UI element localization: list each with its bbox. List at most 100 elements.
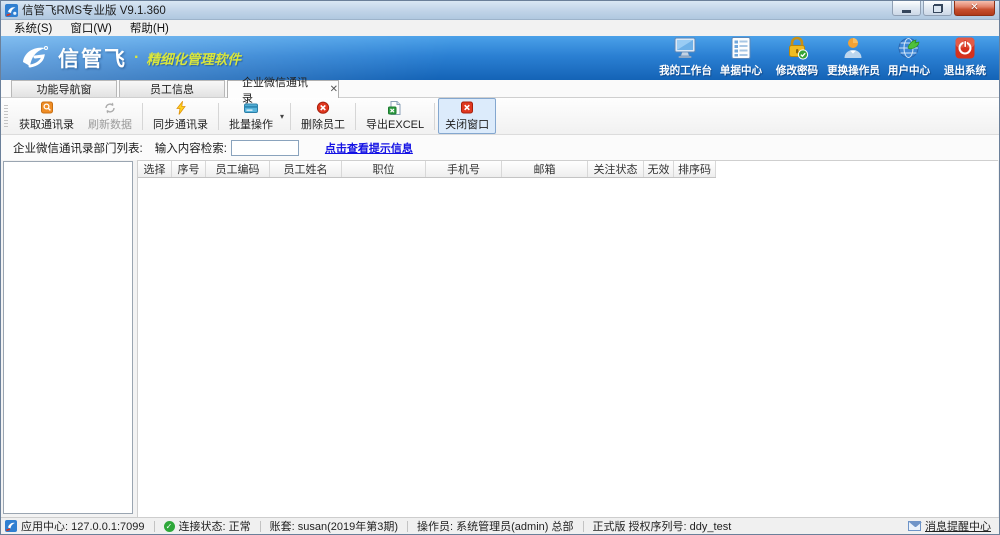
account-segment: 账套: susan(2019年第3期) xyxy=(270,518,398,534)
workbench-label: 我的工作台 xyxy=(659,62,712,77)
close-button[interactable]: ✕ xyxy=(954,1,995,16)
restore-icon xyxy=(933,4,943,13)
workbench-button[interactable]: 我的工作台 xyxy=(657,36,713,80)
app-center-text: 应用中心: 127.0.0.1:7099 xyxy=(21,518,145,534)
main-area: 选择 序号 员工编码 员工姓名 职位 手机号 邮箱 关注状态 无效 排序码 xyxy=(1,160,999,517)
filter-row: 企业微信通讯录部门列表: 输入内容检索: 点击查看提示信息 xyxy=(1,135,999,160)
restore-button[interactable] xyxy=(923,1,952,16)
status-separator xyxy=(407,521,408,532)
toolbar-separator xyxy=(434,103,435,130)
change-password-button[interactable]: 修改密码 xyxy=(769,36,825,80)
status-separator xyxy=(154,521,155,532)
account-text: 账套: susan(2019年第3期) xyxy=(270,518,398,534)
menu-bar: 系统(S) 窗口(W) 帮助(H) xyxy=(1,20,999,36)
operator-text: 操作员: 系统管理员(admin) 总部 xyxy=(417,518,573,534)
app-logo-icon xyxy=(5,4,18,17)
window-controls: ✕ xyxy=(890,1,999,16)
department-tree-panel[interactable] xyxy=(3,161,133,514)
status-bar: 应用中心: 127.0.0.1:7099 ✓ 连接状态: 正常 账套: susa… xyxy=(1,517,999,534)
app-center-segment[interactable]: 应用中心: 127.0.0.1:7099 xyxy=(5,518,145,534)
switch-operator-button[interactable]: 更换操作员 xyxy=(825,36,881,80)
document-center-button[interactable]: 单据中心 xyxy=(713,36,769,80)
exit-system-label: 退出系统 xyxy=(944,62,986,77)
batch-operation-label: 批量操作 xyxy=(229,116,273,132)
get-contacts-icon xyxy=(39,101,55,115)
refresh-icon xyxy=(102,101,118,115)
toolbar-separator xyxy=(290,103,291,130)
sync-contacts-button[interactable]: 同步通讯录 xyxy=(146,98,215,134)
title-bar: 信管飞RMS专业版 V9.1.360 ✕ xyxy=(1,1,999,20)
brand-banner: 信管飞 · 精细化管理软件 我的工作台 xyxy=(1,36,999,80)
tip-link[interactable]: 点击查看提示信息 xyxy=(325,140,413,156)
brand: 信管飞 · 精细化管理软件 xyxy=(15,43,241,73)
export-excel-icon xyxy=(387,101,403,115)
brand-tagline: 精细化管理软件 xyxy=(146,48,241,68)
tab-employee-info[interactable]: 员工信息 xyxy=(119,80,225,97)
switch-operator-icon xyxy=(840,36,866,60)
minimize-icon xyxy=(902,10,911,13)
minimize-button[interactable] xyxy=(892,1,921,16)
toolbar: 获取通讯录 刷新数据 同步通讯录 xyxy=(1,98,999,135)
user-center-label: 用户中心 xyxy=(888,62,930,77)
toolbar-separator xyxy=(218,103,219,130)
toolbar-separator xyxy=(142,103,143,130)
exit-system-icon xyxy=(952,36,978,60)
tab-wechat-contacts-label: 企业微信通讯录 xyxy=(242,74,314,106)
close-window-button[interactable]: 关闭窗口 xyxy=(438,98,496,134)
column-header-invalid[interactable]: 无效 xyxy=(644,161,674,177)
app-center-logo-icon xyxy=(5,520,17,532)
toolbar-grip[interactable] xyxy=(4,105,8,127)
column-header-sort-code[interactable]: 排序码 xyxy=(674,161,716,177)
user-center-button[interactable]: 用户中心 xyxy=(881,36,937,80)
status-separator xyxy=(260,521,261,532)
delete-employee-label: 删除员工 xyxy=(301,116,345,132)
message-center-segment[interactable]: 消息提醒中心 xyxy=(908,518,991,534)
close-window-icon xyxy=(459,101,475,115)
delete-employee-icon xyxy=(315,101,331,115)
menu-window[interactable]: 窗口(W) xyxy=(61,19,121,37)
search-input[interactable] xyxy=(231,140,299,156)
banner-actions: 我的工作台 单据中心 xyxy=(657,36,993,80)
exit-system-button[interactable]: 退出系统 xyxy=(937,36,993,80)
tab-wechat-contacts[interactable]: 企业微信通讯录 ✕ xyxy=(227,80,339,98)
change-password-label: 修改密码 xyxy=(776,62,818,77)
contacts-table: 选择 序号 员工编码 员工姓名 职位 手机号 邮箱 关注状态 无效 排序码 xyxy=(137,160,998,517)
column-header-emp-name[interactable]: 员工姓名 xyxy=(270,161,342,177)
get-contacts-label: 获取通讯录 xyxy=(19,116,74,132)
message-center-link[interactable]: 消息提醒中心 xyxy=(925,518,991,534)
workbench-icon xyxy=(672,36,698,60)
switch-operator-label: 更换操作员 xyxy=(827,62,880,77)
tab-function-navigation[interactable]: 功能导航窗 xyxy=(11,80,117,97)
brand-name: 信管飞 xyxy=(58,43,127,73)
column-header-mobile[interactable]: 手机号 xyxy=(426,161,502,177)
column-header-email[interactable]: 邮箱 xyxy=(502,161,588,177)
menu-help[interactable]: 帮助(H) xyxy=(121,19,178,37)
license-segment: 正式版 授权序列号: ddy_test xyxy=(593,518,732,534)
envelope-icon xyxy=(908,521,921,531)
refresh-data-label: 刷新数据 xyxy=(88,116,132,132)
close-window-label: 关闭窗口 xyxy=(445,116,489,132)
tab-function-navigation-label: 功能导航窗 xyxy=(37,81,92,97)
column-header-follow-status[interactable]: 关注状态 xyxy=(588,161,644,177)
window-title: 信管飞RMS专业版 V9.1.360 xyxy=(22,2,166,18)
column-header-select[interactable]: 选择 xyxy=(138,161,172,177)
license-text: 正式版 授权序列号: ddy_test xyxy=(593,518,732,534)
batch-operation-dropdown-caret[interactable]: ▾ xyxy=(280,112,284,121)
column-header-emp-code[interactable]: 员工编码 xyxy=(206,161,270,177)
column-header-position[interactable]: 职位 xyxy=(342,161,426,177)
sync-contacts-label: 同步通讯录 xyxy=(153,116,208,132)
close-icon: ✕ xyxy=(970,3,978,13)
tab-close-icon[interactable]: ✕ xyxy=(330,85,338,95)
search-label: 输入内容检索: xyxy=(155,140,227,156)
document-center-icon xyxy=(728,36,754,60)
document-center-label: 单据中心 xyxy=(720,62,762,77)
connection-text: 连接状态: 正常 xyxy=(179,518,251,534)
menu-system[interactable]: 系统(S) xyxy=(5,19,61,37)
tab-bar: 功能导航窗 员工信息 企业微信通讯录 ✕ xyxy=(1,80,999,98)
export-excel-button[interactable]: 导出EXCEL xyxy=(359,98,431,134)
get-contacts-button[interactable]: 获取通讯录 xyxy=(12,98,81,134)
dept-list-label: 企业微信通讯录部门列表: xyxy=(13,140,143,156)
column-header-index[interactable]: 序号 xyxy=(172,161,206,177)
refresh-data-button[interactable]: 刷新数据 xyxy=(81,98,139,134)
brand-logo-icon xyxy=(15,44,51,72)
